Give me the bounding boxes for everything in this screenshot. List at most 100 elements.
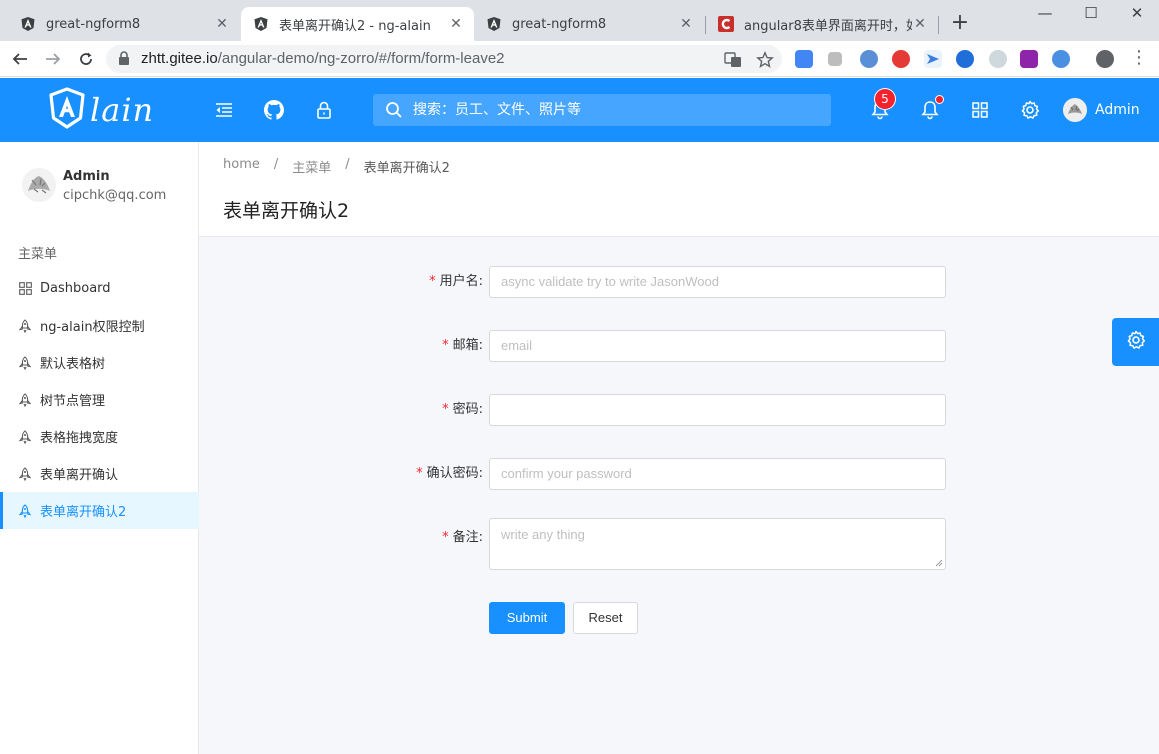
extension-icon[interactable] xyxy=(860,50,878,68)
rocket-icon xyxy=(18,392,32,407)
alain-logo-icon xyxy=(48,87,86,133)
angular-icon xyxy=(253,16,269,32)
settings-gear-icon[interactable] xyxy=(1018,98,1042,122)
browser-tab-active[interactable]: 表单离开确认2 - ng-alain ✕ xyxy=(241,7,474,41)
header-user-menu[interactable]: Admin xyxy=(1063,98,1140,122)
field-label-text: 密码: xyxy=(452,402,483,417)
main-content: home / 主菜单 / 表单离开确认2 表单离开确认2 * 用户名: async… xyxy=(199,142,1159,754)
sidebar-item-label: 默认表格树 xyxy=(40,357,106,372)
sidebar-item-label: 表格拖拽宽度 xyxy=(40,431,119,446)
url-host: zhtt.gitee.io xyxy=(141,50,218,67)
tab-title: great-ngform8 xyxy=(512,16,607,32)
form-item-email: * 邮箱: email xyxy=(199,330,1159,362)
header-search[interactable]: 搜索：员工、文件、照片等 xyxy=(373,94,831,126)
extension-icon[interactable] xyxy=(828,52,842,66)
notification-badge: 5 xyxy=(875,89,895,109)
angular-icon xyxy=(486,16,502,32)
sidebar-item-label: 表单离开确认2 xyxy=(40,505,127,520)
maximize-icon[interactable]: ☐ xyxy=(1079,4,1103,24)
breadcrumb-home[interactable]: home xyxy=(223,157,260,176)
sidebar-item-label: Dashboard xyxy=(40,281,111,296)
collapse-menu-icon[interactable] xyxy=(212,98,236,122)
username-input[interactable]: async validate try to write JasonWood xyxy=(489,266,946,298)
settings-gear-icon xyxy=(1126,330,1146,354)
sidebar-item-dashboard[interactable]: Dashboard xyxy=(0,270,199,307)
close-window-icon[interactable]: ✕ xyxy=(1125,4,1149,24)
sidebar-item-label: 树节点管理 xyxy=(40,394,106,409)
required-mark: * xyxy=(442,530,449,545)
profile-icon[interactable] xyxy=(1096,50,1114,68)
setting-drawer-toggle[interactable] xyxy=(1112,318,1159,366)
new-tab-button[interactable]: + xyxy=(946,10,974,38)
form-item-remark: * 备注: write any thing xyxy=(199,518,1159,570)
avatar xyxy=(22,168,56,202)
confirm-password-input[interactable]: confirm your password xyxy=(489,458,946,490)
google-translate-extension-icon[interactable] xyxy=(795,50,813,68)
address-bar[interactable]: zhtt.gitee.io/angular-demo/ng-zorro/#/fo… xyxy=(106,45,782,73)
rocket-icon xyxy=(18,466,32,481)
search-input[interactable]: 搜索：员工、文件、照片等 xyxy=(413,94,813,126)
required-mark: * xyxy=(442,402,449,417)
minimize-icon[interactable]: — xyxy=(1033,4,1057,24)
translate-icon[interactable] xyxy=(724,51,742,69)
form-item-password: * 密码: xyxy=(199,394,1159,426)
sidebar-item-permission[interactable]: ng-alain权限控制 xyxy=(0,307,199,344)
close-tab-icon[interactable]: ✕ xyxy=(448,16,464,32)
url-path: /angular-demo/ng-zorro/#/form/form-leave… xyxy=(217,50,505,67)
submit-button[interactable]: Submit xyxy=(489,602,565,634)
breadcrumb-main-menu[interactable]: 主菜单 xyxy=(292,157,331,176)
app-header: lain 搜索：员工、文件、照片等 xyxy=(0,78,1159,142)
sidebar-user-name: Admin xyxy=(63,169,110,184)
extension-icon[interactable] xyxy=(924,50,942,68)
field-label-text: 邮箱: xyxy=(452,338,483,353)
back-icon[interactable] xyxy=(8,47,32,71)
password-input[interactable] xyxy=(489,394,946,426)
breadcrumb: home / 主菜单 / 表单离开确认2 xyxy=(223,157,450,176)
sidebar-item-table-tree[interactable]: 默认表格树 xyxy=(0,344,199,381)
browser-toolbar: zhtt.gitee.io/angular-demo/ng-zorro/#/fo… xyxy=(0,41,1159,77)
adblock-extension-icon[interactable] xyxy=(892,50,910,68)
reload-icon[interactable] xyxy=(74,47,98,71)
email-input[interactable]: email xyxy=(489,330,946,362)
sidebar-item-table-drag[interactable]: 表格拖拽宽度 xyxy=(0,418,199,455)
github-icon[interactable] xyxy=(262,98,286,122)
close-tab-icon[interactable]: ✕ xyxy=(214,16,230,32)
tab-title: angular8表单界面离开时，如果 xyxy=(744,18,912,34)
angular-icon xyxy=(20,16,36,32)
sidebar-user-card[interactable]: Admin cipchk@qq.com xyxy=(22,168,166,206)
extension-icon[interactable] xyxy=(956,50,974,68)
reset-button[interactable]: Reset xyxy=(573,602,638,634)
lock-screen-icon[interactable] xyxy=(312,98,336,122)
browser-tab[interactable]: angular8表单界面离开时，如果 ✕ xyxy=(706,7,938,41)
search-icon xyxy=(385,101,403,123)
logo[interactable]: lain xyxy=(48,87,154,133)
header-user-name: Admin xyxy=(1095,102,1140,118)
close-tab-icon[interactable]: ✕ xyxy=(912,16,928,32)
required-mark: * xyxy=(416,466,423,481)
remark-textarea[interactable]: write any thing xyxy=(489,518,946,570)
extension-icon[interactable] xyxy=(1020,50,1038,68)
sidebar-item-form-leave2[interactable]: 表单离开确认2 xyxy=(0,492,199,529)
sidebar-item-label: 表单离开确认 xyxy=(40,468,119,483)
required-mark: * xyxy=(442,338,449,353)
task-dot-badge xyxy=(936,96,943,103)
sidebar-item-form-leave[interactable]: 表单离开确认 xyxy=(0,455,199,492)
browser-tab[interactable]: great-ngform8 ✕ xyxy=(8,7,240,41)
field-label: * 备注: xyxy=(442,522,483,554)
browser-tab-strip: great-ngform8 ✕ 表单离开确认2 - ng-alain ✕ gre… xyxy=(0,0,1159,41)
apps-grid-icon[interactable] xyxy=(968,98,992,122)
more-menu-icon[interactable]: ⋮ xyxy=(1127,47,1151,71)
browser-tab[interactable]: great-ngform8 ✕ xyxy=(474,7,704,41)
close-tab-icon[interactable]: ✕ xyxy=(678,16,694,32)
textarea-placeholder: write any thing xyxy=(501,527,585,542)
extension-icon[interactable] xyxy=(1052,50,1070,68)
breadcrumb-current: 表单离开确认2 xyxy=(363,161,450,176)
menu-group-title: 主菜单 xyxy=(18,247,58,262)
star-icon[interactable] xyxy=(756,51,774,69)
sidebar-item-tree-node[interactable]: 树节点管理 xyxy=(0,381,199,418)
forward-icon[interactable] xyxy=(41,47,65,71)
url-text: zhtt.gitee.io/angular-demo/ng-zorro/#/fo… xyxy=(141,50,505,67)
rocket-icon xyxy=(18,318,32,333)
resize-grip-icon[interactable] xyxy=(935,559,943,567)
extension-icon[interactable] xyxy=(989,50,1007,68)
